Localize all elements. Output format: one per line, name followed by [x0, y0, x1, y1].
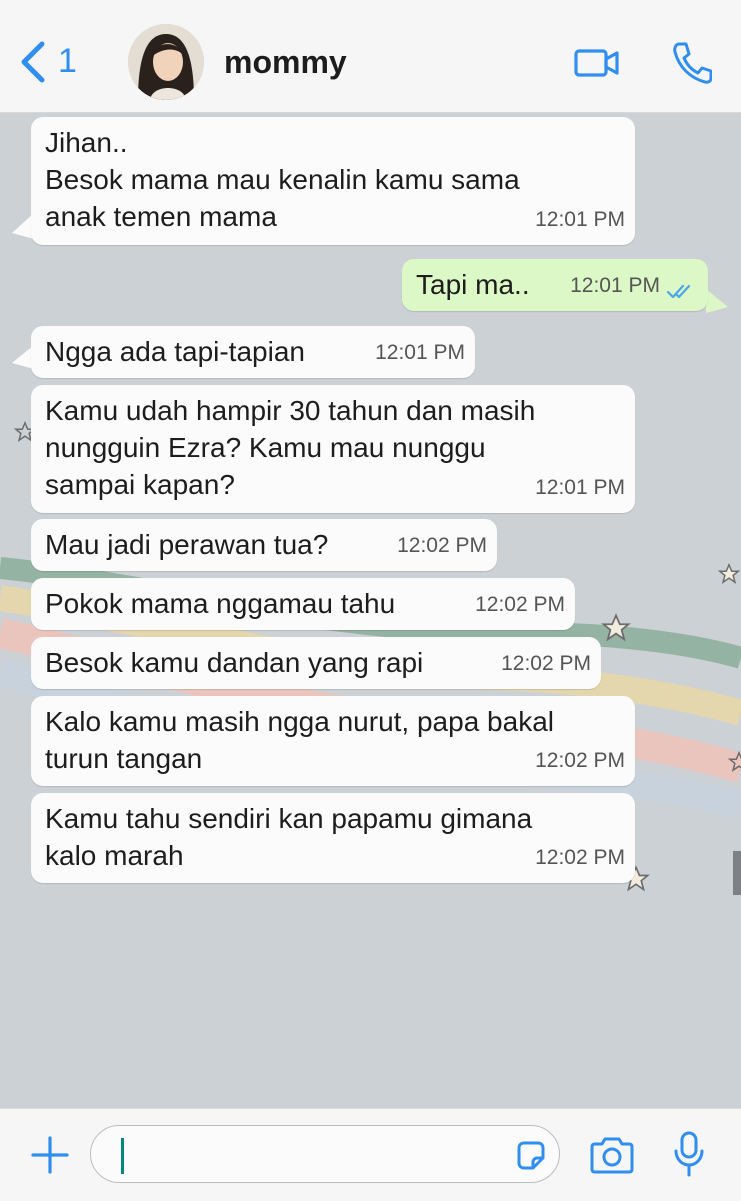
message-time: 12:02 PM [535, 846, 625, 869]
camera-icon[interactable] [588, 1135, 636, 1175]
chat-area[interactable]: Jihan.. Besok mama mau kenalin kamu sama… [0, 113, 741, 1108]
read-receipt-icon [666, 284, 691, 299]
message-input[interactable] [90, 1125, 560, 1183]
scrollbar[interactable] [733, 851, 741, 895]
avatar[interactable] [128, 24, 204, 100]
message-time: 12:01 PM [535, 208, 625, 231]
message-bubble[interactable]: Kalo kamu masih ngga nurut, papa bakal t… [31, 696, 635, 786]
message-time: 12:01 PM [535, 476, 625, 499]
message-time: 12:01 PM [375, 341, 465, 364]
message-bubble[interactable]: Besok kamu dandan yang rapi 12:02 PM [31, 637, 601, 689]
message-bubble[interactable]: Kamu udah hampir 30 tahun dan masih nung… [31, 385, 635, 513]
contact-name[interactable]: mommy [224, 44, 347, 81]
sticker-icon[interactable] [513, 1138, 549, 1174]
back-chevron-icon [21, 41, 45, 83]
message-bubble[interactable]: Pokok mama nggamau tahu 12:02 PM [31, 578, 575, 630]
message-bubble[interactable]: Ngga ada tapi-tapian 12:01 PM [31, 326, 475, 378]
message-time: 12:02 PM [475, 593, 565, 616]
unread-count: 1 [58, 42, 77, 80]
plus-icon[interactable] [30, 1135, 70, 1175]
message-bubble[interactable]: Mau jadi perawan tua? 12:02 PM [31, 519, 497, 571]
message-bubble[interactable]: Jihan.. Besok mama mau kenalin kamu sama… [31, 117, 635, 245]
chat-header: 1 mommy [0, 0, 741, 113]
text-caret [121, 1138, 124, 1174]
message-time: 12:01 PM [570, 274, 660, 297]
message-time: 12:02 PM [397, 534, 487, 557]
star-decoration-icon [728, 751, 741, 772]
message-input-bar [0, 1108, 741, 1201]
message-bubble-outgoing[interactable]: Tapi ma.. 12:01 PM [402, 259, 708, 311]
bubble-tail [706, 289, 728, 313]
star-decoration-icon [601, 613, 631, 642]
phone-call-icon[interactable] [670, 38, 712, 88]
star-decoration-icon [718, 563, 740, 584]
video-call-icon[interactable] [574, 38, 620, 88]
message-time: 12:02 PM [535, 749, 625, 772]
back-button[interactable]: 1 [18, 38, 88, 86]
message-bubble[interactable]: Kamu tahu sendiri kan papamu gimana kalo… [31, 793, 635, 883]
message-time: 12:02 PM [501, 652, 591, 675]
microphone-icon[interactable] [672, 1131, 706, 1179]
